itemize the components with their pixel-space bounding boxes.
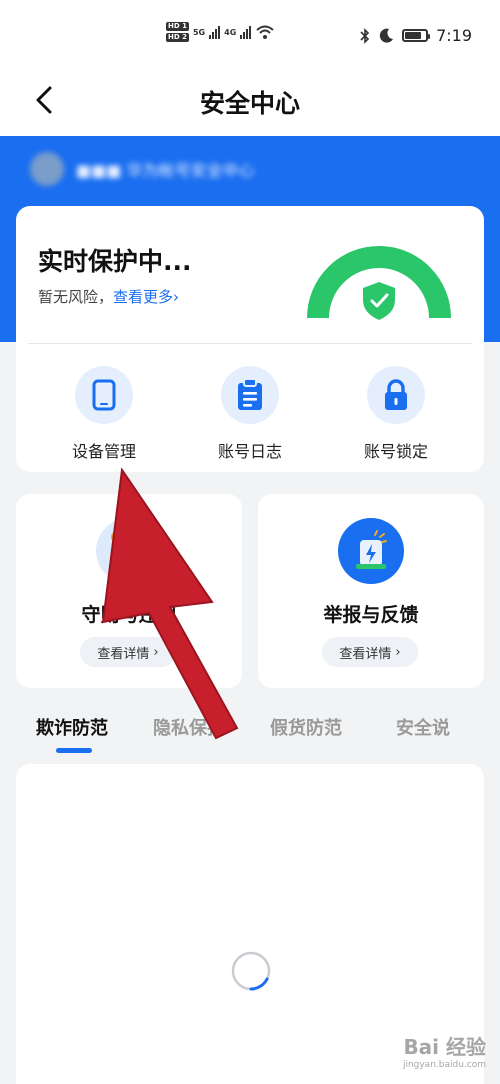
tab-counterfeit-prevention[interactable]: 假货防范	[270, 714, 342, 740]
shield-check-icon	[363, 282, 395, 320]
view-details-label: 查看详情	[339, 646, 392, 662]
protection-status-title: 实时保护中...	[38, 247, 192, 276]
phone-icon	[75, 366, 133, 424]
view-details-button[interactable]: 查看详情 ›	[322, 637, 418, 667]
signal-icon	[209, 25, 221, 39]
battery-icon	[402, 29, 431, 42]
chevron-right-icon: ›	[173, 288, 180, 306]
clock: 7:19	[436, 26, 472, 45]
tab-privacy-protection[interactable]: 隐私保护	[153, 714, 225, 740]
quick-action-label: 账号锁定	[363, 442, 428, 461]
rules-document-icon	[96, 518, 162, 584]
quick-action-device-management[interactable]: 设备管理	[44, 366, 164, 462]
bluetooth-icon	[360, 27, 370, 44]
view-details-label: 查看详情	[97, 646, 150, 662]
risk-status-text: 暂无风险，	[38, 288, 114, 306]
rules-violations-card[interactable]: 守则与违规 查看详情 ›	[16, 494, 242, 688]
active-tab-indicator	[56, 748, 92, 753]
protection-card: 实时保护中... 暂无风险，查看更多› 设备管理 账号日志 账号锁定	[16, 206, 484, 472]
report-feedback-icon	[338, 518, 404, 584]
quick-action-label: 账号日志	[217, 442, 282, 461]
watermark: Bai 经验 jingyan.baidu.com	[403, 1031, 486, 1070]
wifi-icon	[256, 25, 274, 39]
clipboard-icon	[221, 366, 279, 424]
signal-icon	[240, 25, 252, 39]
network-indicators: HD 1 HD 2 5G 4G	[166, 22, 275, 42]
report-feedback-card[interactable]: 举报与反馈 查看详情 ›	[258, 494, 484, 688]
watermark-logo-text: Bai 经验	[403, 1035, 486, 1059]
tab-security-talk[interactable]: 安全说	[396, 714, 450, 740]
app-header: 安全中心	[0, 70, 500, 136]
loading-spinner-icon	[231, 951, 271, 991]
view-details-button[interactable]: 查看详情 ›	[80, 637, 176, 667]
tab-fraud-prevention[interactable]: 欺诈防范	[36, 714, 108, 740]
hd2-badge: HD 2	[166, 33, 189, 42]
page-title: 安全中心	[199, 89, 300, 118]
category-tabs: 欺诈防范 隐私保护 假货防范 安全说	[0, 704, 500, 754]
network-type-1: 5G	[192, 27, 206, 37]
user-name-blurred: ■■■ 华为帐号安全中心	[76, 161, 255, 180]
view-more-label: 查看更多	[113, 288, 174, 306]
feature-title: 守则与违规	[81, 604, 177, 626]
quick-action-label: 设备管理	[71, 442, 136, 461]
chevron-right-icon: ›	[153, 644, 159, 660]
view-more-link[interactable]: 查看更多›	[113, 288, 179, 306]
feature-title: 举报与反馈	[323, 604, 419, 626]
protection-subtitle: 暂无风险，查看更多›	[38, 286, 179, 307]
quick-action-account-log[interactable]: 账号日志	[190, 366, 310, 462]
divider	[28, 343, 472, 344]
status-bar: HD 1 HD 2 5G 4G 7:19	[0, 0, 500, 70]
avatar	[30, 152, 64, 186]
moon-icon	[379, 28, 394, 43]
system-indicators: 7:19	[360, 26, 472, 45]
watermark-url: jingyan.baidu.com	[402, 1060, 486, 1070]
safety-gauge	[307, 246, 451, 320]
chevron-right-icon: ›	[395, 644, 401, 660]
network-type-2: 4G	[224, 27, 237, 37]
lock-icon	[367, 366, 425, 424]
hd1-badge: HD 1	[166, 22, 189, 31]
user-info-row[interactable]: ■■■ 华为帐号安全中心	[30, 152, 254, 186]
quick-action-account-lock[interactable]: 账号锁定	[336, 366, 456, 462]
